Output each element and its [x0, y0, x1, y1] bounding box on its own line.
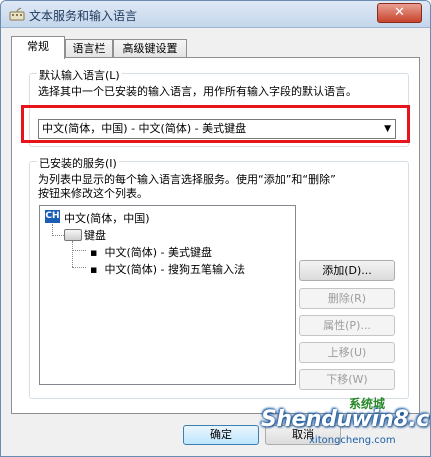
tree-item-keyboard[interactable]: 键盘 [84, 227, 106, 243]
keyboard-app-icon [9, 7, 25, 21]
window-title: 文本服务和输入语言 [29, 9, 138, 23]
default-input-language-label: 默认输入语言(L) [37, 67, 122, 83]
move-down-button[interactable]: 下移(W) [299, 369, 395, 390]
default-input-language-value: 中文(简体，中国) - 中文(简体) - 美式键盘 [42, 122, 247, 135]
close-button[interactable]: ✕ [377, 3, 422, 23]
tab-language-bar[interactable]: 语言栏 [65, 39, 113, 58]
default-input-language-description: 选择其中一个已安装的输入语言，用作所有输入字段的默认语言。 [38, 85, 357, 98]
tree-item-sogou-wubi-label: 中文(简体) - 搜狗五笔输入法 [104, 263, 245, 276]
dialog-window: 文本服务和输入语言 ✕ 常规 语言栏 高级键设置 默认输入语言(L) 选择其中一… [0, 0, 431, 457]
tree-connector [72, 250, 86, 251]
remove-button[interactable]: 删除(R) [299, 288, 395, 309]
default-input-language-select[interactable]: 中文(简体，中国) - 中文(简体) - 美式键盘 ▼ [38, 119, 396, 139]
installed-services-tree[interactable]: CH 中文(简体，中国) 键盘 ▪ 中文(简体) - 美式键盘 ▪ 中文(简体)… [39, 205, 296, 385]
watermark-main-text: Shenduwin8.com [261, 407, 430, 432]
tree-item-language[interactable]: 中文(简体，中国) [64, 210, 150, 226]
tree-connector [72, 267, 86, 268]
keyboard-icon [64, 229, 82, 241]
title-bar[interactable]: 文本服务和输入语言 ✕ [1, 1, 430, 28]
watermark-sub-text: xitongcheng.com [309, 435, 396, 446]
tree-item-sogou-wubi[interactable]: ▪ 中文(简体) - 搜狗五笔输入法 [90, 261, 245, 277]
tree-connector [72, 241, 73, 267]
properties-button[interactable]: 属性(P)... [299, 315, 395, 336]
tree-item-us-keyboard[interactable]: ▪ 中文(简体) - 美式键盘 [90, 244, 212, 260]
add-button[interactable]: 添加(D)... [299, 260, 395, 281]
move-up-button[interactable]: 上移(U) [299, 342, 395, 363]
tab-general[interactable]: 常规 [11, 36, 65, 59]
installed-services-description-line2: 按钮来修改这个列表。 [38, 187, 148, 200]
tab-advanced-key-settings[interactable]: 高级键设置 [113, 39, 187, 58]
dropdown-arrow-icon[interactable]: ▼ [384, 120, 391, 138]
tree-item-us-keyboard-label: 中文(简体) - 美式键盘 [104, 246, 212, 259]
close-icon: ✕ [394, 5, 405, 20]
language-ch-badge: CH [45, 210, 60, 223]
site-watermark: 系统城 Shenduwin8.com xitongcheng.com [239, 393, 430, 453]
tree-connector [52, 235, 64, 236]
installed-services-label: 已安装的服务(I) [37, 155, 119, 171]
installed-services-description-line1: 为列表中显示的每个输入语言选择服务。使用“添加”和“删除” [38, 173, 336, 186]
